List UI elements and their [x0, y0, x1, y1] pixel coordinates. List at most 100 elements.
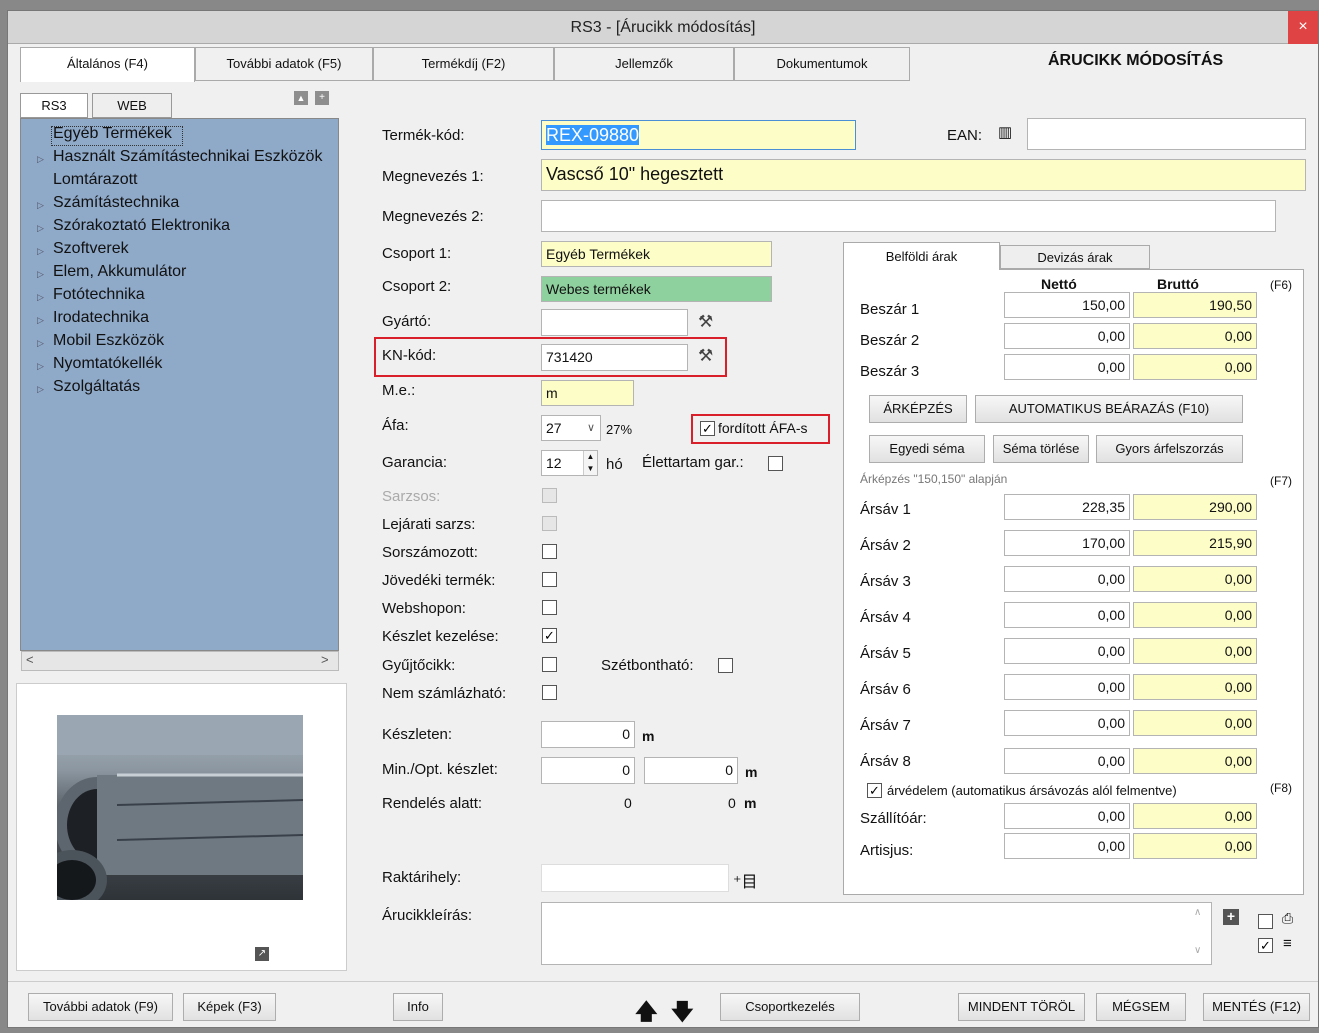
- expand-all-icon[interactable]: +: [315, 91, 329, 105]
- arsav8-brutto[interactable]: 0,00: [1133, 748, 1257, 774]
- tree-item[interactable]: Szórakoztató Elektronika: [53, 217, 230, 235]
- artisjus-brutto[interactable]: 0,00: [1133, 833, 1257, 859]
- tree-item[interactable]: Egyéb Termékek: [53, 125, 172, 143]
- expand-arrow-icon[interactable]: ▷: [37, 338, 44, 349]
- tab-devizas-arak[interactable]: Devizás árak: [1000, 245, 1150, 269]
- option-checkbox-2[interactable]: ✓: [1258, 938, 1273, 953]
- arsav4-brutto[interactable]: 0,00: [1133, 602, 1257, 628]
- tree-item[interactable]: Fotótechnika: [53, 286, 145, 304]
- keszleten-field[interactable]: 0: [541, 721, 635, 748]
- arsav5-brutto[interactable]: 0,00: [1133, 638, 1257, 664]
- csoportkezeles-button[interactable]: Csoportkezelés: [720, 993, 860, 1021]
- tree-tab-rs3[interactable]: RS3: [20, 93, 88, 118]
- tree-item[interactable]: Szoftverek: [53, 240, 129, 258]
- tab-dokumentumok[interactable]: Dokumentumok: [734, 47, 910, 81]
- megnevezes2-field[interactable]: [541, 200, 1276, 232]
- nem-szamlazhato-checkbox[interactable]: [542, 685, 557, 700]
- tools-icon[interactable]: ⚒: [698, 346, 713, 366]
- arsav2-netto[interactable]: 170,00: [1004, 530, 1130, 556]
- szallitoar-netto[interactable]: 0,00: [1004, 803, 1130, 829]
- print-icon[interactable]: ⎙: [1282, 910, 1293, 927]
- megsem-button[interactable]: MÉGSEM: [1096, 993, 1186, 1021]
- gyujtocikk-checkbox[interactable]: [542, 657, 557, 672]
- add-location-icon[interactable]: ⁺目: [733, 868, 757, 892]
- gyors-arfelszorzas-button[interactable]: Gyors árfelszorzás: [1096, 435, 1243, 463]
- arsav3-brutto[interactable]: 0,00: [1133, 566, 1257, 592]
- collapse-all-icon[interactable]: ▲: [294, 91, 308, 105]
- arsav1-brutto[interactable]: 290,00: [1133, 494, 1257, 520]
- jovedeki-checkbox[interactable]: [542, 572, 557, 587]
- megnevezes1-field[interactable]: Vascső 10" hegesztett: [541, 159, 1306, 191]
- beszar3-brutto[interactable]: 0,00: [1133, 354, 1257, 380]
- sorszam-checkbox[interactable]: [542, 544, 557, 559]
- beszar2-netto[interactable]: 0,00: [1004, 323, 1130, 349]
- expand-arrow-icon[interactable]: ▷: [37, 315, 44, 326]
- tree-tab-web[interactable]: WEB: [92, 93, 172, 118]
- expand-arrow-icon[interactable]: ▷: [37, 292, 44, 303]
- arsav8-netto[interactable]: 0,00: [1004, 748, 1130, 774]
- expand-arrow-icon[interactable]: ▷: [37, 269, 44, 280]
- ean-field[interactable]: [1027, 118, 1306, 150]
- arvedelem-checkbox[interactable]: ✓: [867, 783, 882, 798]
- tree-item[interactable]: Számítástechnika: [53, 194, 179, 212]
- tools-icon[interactable]: ⚒: [698, 312, 713, 332]
- forditott-afa-checkbox[interactable]: ✓: [700, 421, 715, 436]
- expand-arrow-icon[interactable]: ▷: [37, 361, 44, 372]
- arsav7-brutto[interactable]: 0,00: [1133, 710, 1257, 736]
- tovabbi-adatok-button[interactable]: További adatok (F9): [28, 993, 173, 1021]
- afa-select[interactable]: 27 ∨: [541, 415, 601, 441]
- szallitoar-brutto[interactable]: 0,00: [1133, 803, 1257, 829]
- automatikus-bearazas-button[interactable]: AUTOMATIKUS BEÁRAZÁS (F10): [975, 395, 1243, 423]
- tree-item[interactable]: Elem, Akkumulátor: [53, 263, 186, 281]
- tree-item[interactable]: Használt Számítástechnikai Eszközök: [53, 148, 339, 166]
- mindent-torol-button[interactable]: MINDENT TÖRÖL: [958, 993, 1085, 1021]
- arsav4-netto[interactable]: 0,00: [1004, 602, 1130, 628]
- tree-item[interactable]: Mobil Eszközök: [53, 332, 164, 350]
- expand-arrow-icon[interactable]: ▷: [37, 154, 44, 165]
- expand-arrow-icon[interactable]: ▷: [37, 384, 44, 395]
- beszar3-netto[interactable]: 0,00: [1004, 354, 1130, 380]
- keszlet-kezelese-checkbox[interactable]: ✓: [542, 628, 557, 643]
- beszar1-netto[interactable]: 150,00: [1004, 292, 1130, 318]
- tree-item[interactable]: Irodatechnika: [53, 309, 149, 327]
- arsav2-brutto[interactable]: 215,90: [1133, 530, 1257, 556]
- me-field[interactable]: m: [541, 380, 634, 406]
- sema-torlese-button[interactable]: Séma törlése: [993, 435, 1089, 463]
- tree-item[interactable]: Szolgáltatás: [53, 378, 140, 396]
- arsav3-netto[interactable]: 0,00: [1004, 566, 1130, 592]
- webshop-checkbox[interactable]: [542, 600, 557, 615]
- mentes-button[interactable]: MENTÉS (F12): [1203, 993, 1310, 1021]
- expand-arrow-icon[interactable]: ▷: [37, 200, 44, 211]
- tree-item[interactable]: Nyomtatókellék: [53, 355, 162, 373]
- kn-kod-field[interactable]: 731420: [541, 344, 688, 371]
- tree-scrollbar[interactable]: [21, 651, 339, 671]
- open-image-icon[interactable]: ↗: [255, 947, 269, 961]
- beszar1-brutto[interactable]: 190,50: [1133, 292, 1257, 318]
- arsav1-netto[interactable]: 228,35: [1004, 494, 1130, 520]
- info-button[interactable]: Info: [393, 993, 443, 1021]
- scroll-down-icon[interactable]: ∨: [1194, 945, 1201, 956]
- tab-tovabbi-adatok[interactable]: További adatok (F5): [195, 47, 373, 81]
- tab-belfoldi-arak[interactable]: Belföldi árak: [843, 242, 1000, 270]
- tab-termekdij[interactable]: Termékdíj (F2): [373, 47, 554, 81]
- arkepzes-button[interactable]: ÁRKÉPZÉS: [869, 395, 967, 423]
- elettartam-checkbox[interactable]: [768, 456, 783, 471]
- tree-item[interactable]: Lomtárazott: [53, 171, 137, 189]
- scroll-right-icon[interactable]: >: [321, 652, 329, 667]
- option-checkbox-1[interactable]: [1258, 914, 1273, 929]
- close-button[interactable]: ×: [1288, 11, 1318, 44]
- raktarihely-field[interactable]: [541, 864, 729, 892]
- arsav7-netto[interactable]: 0,00: [1004, 710, 1130, 736]
- opt-keszlet-field[interactable]: 0: [644, 757, 738, 784]
- barcode-icon[interactable]: ▥: [998, 123, 1012, 141]
- tab-jellemzok[interactable]: Jellemzők: [554, 47, 734, 81]
- arsav6-brutto[interactable]: 0,00: [1133, 674, 1257, 700]
- add-icon[interactable]: +: [1223, 909, 1239, 925]
- arucikkleiras-field[interactable]: [541, 902, 1212, 965]
- egyedi-sema-button[interactable]: Egyedi séma: [869, 435, 985, 463]
- expand-arrow-icon[interactable]: ▷: [37, 246, 44, 257]
- garancia-stepper[interactable]: ▲ ▼: [583, 451, 597, 475]
- expand-arrow-icon[interactable]: ▷: [37, 223, 44, 234]
- termek-kod-field[interactable]: REX-09880: [541, 120, 856, 150]
- arsav5-netto[interactable]: 0,00: [1004, 638, 1130, 664]
